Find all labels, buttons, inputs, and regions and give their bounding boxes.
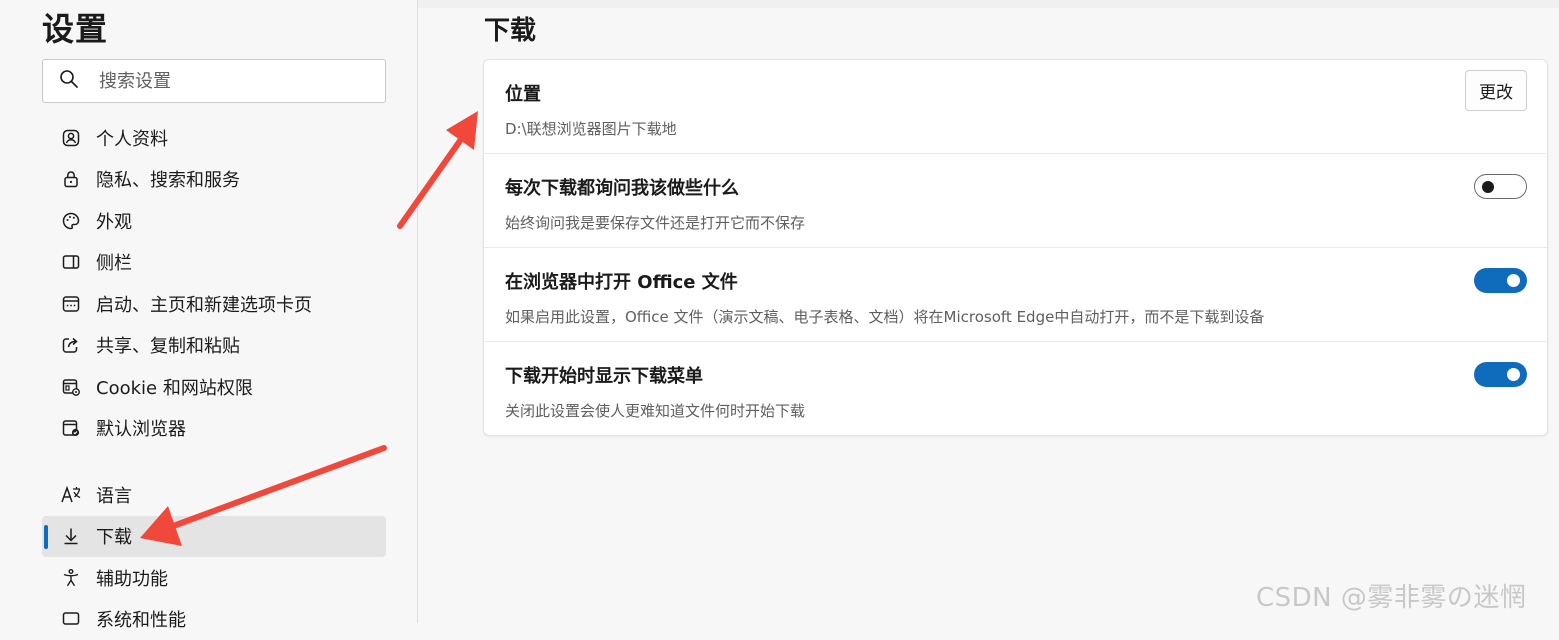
setting-title: 在浏览器中打开 Office 文件 <box>505 268 1527 294</box>
sidebar-item-system[interactable]: 系统和性能 <box>42 599 386 640</box>
setting-row-location: 位置 D:\联想浏览器图片下载地 更改 <box>484 60 1547 154</box>
toggle-knob <box>1507 368 1520 381</box>
page-title: 下载 <box>484 10 536 47</box>
sidebar-item-label: 侧栏 <box>96 249 132 275</box>
accessibility-icon <box>60 567 82 589</box>
sidebar-item-startup[interactable]: 启动、主页和新建选项卡页 <box>42 283 386 325</box>
sidebar-item-profile[interactable]: 个人资料 <box>42 117 386 159</box>
sidebar-item-label: 系统和性能 <box>96 606 186 632</box>
share-icon <box>60 334 82 356</box>
sidebar-item-share[interactable]: 共享、复制和粘贴 <box>42 325 386 367</box>
setting-description: 如果启用此设置，Office 文件（演示文稿、电子表格、文档）将在Microso… <box>505 306 1527 327</box>
setting-description: 始终询问我是要保存文件还是打开它而不保存 <box>505 212 1527 233</box>
setting-title: 下载开始时显示下载菜单 <box>505 362 1527 388</box>
setting-row-ask-every-time: 每次下载都询问我该做些什么 始终询问我是要保存文件还是打开它而不保存 <box>484 154 1547 248</box>
settings-sidebar: 设置 个人资料 隐私、搜索和服务 外观 <box>0 0 418 623</box>
sidebar-item-label: Cookie 和网站权限 <box>96 374 253 400</box>
setting-row-show-menu: 下载开始时显示下载菜单 关闭此设置会使人更难知道文件何时开始下载 <box>484 342 1547 436</box>
sidebar-item-downloads[interactable]: 下载 <box>42 516 386 558</box>
change-location-button[interactable]: 更改 <box>1465 70 1527 111</box>
sidebar-item-accessibility[interactable]: 辅助功能 <box>42 557 386 599</box>
sidebar-item-appearance[interactable]: 外观 <box>42 200 386 242</box>
search-icon <box>59 69 79 93</box>
ask-every-time-toggle[interactable] <box>1474 174 1527 199</box>
watermark: CSDN @雾非雾の迷惘 <box>1256 577 1526 614</box>
sidebar-item-default-browser[interactable]: 默认浏览器 <box>42 408 386 450</box>
profile-icon <box>60 127 82 149</box>
downloads-settings-card: 位置 D:\联想浏览器图片下载地 更改 每次下载都询问我该做些什么 始终询问我是… <box>483 59 1548 436</box>
nav-section-gap <box>42 449 386 474</box>
sidebar-item-label: 默认浏览器 <box>96 415 186 441</box>
language-icon <box>60 484 82 506</box>
setting-title: 位置 <box>505 80 1527 106</box>
toggle-knob <box>1507 274 1520 287</box>
cookie-permissions-icon <box>60 376 82 398</box>
sidebar-title: 设置 <box>42 4 108 50</box>
sidebar-nav: 个人资料 隐私、搜索和服务 外观 侧栏 启动、主页和新建选项卡页 <box>42 117 386 640</box>
home-tab-icon <box>60 293 82 315</box>
setting-row-open-office: 在浏览器中打开 Office 文件 如果启用此设置，Office 文件（演示文稿… <box>484 248 1547 342</box>
search-input[interactable] <box>99 71 359 92</box>
palette-icon <box>60 210 82 232</box>
sidebar-item-privacy[interactable]: 隐私、搜索和服务 <box>42 159 386 201</box>
sidebar-item-label: 启动、主页和新建选项卡页 <box>96 291 312 317</box>
setting-title: 每次下载都询问我该做些什么 <box>505 174 1527 200</box>
sidebar-item-label: 外观 <box>96 208 132 234</box>
sidebar-item-language[interactable]: 语言 <box>42 474 386 516</box>
open-office-toggle[interactable] <box>1474 268 1527 293</box>
default-browser-icon <box>60 417 82 439</box>
setting-description: 关闭此设置会使人更难知道文件何时开始下载 <box>505 400 1527 421</box>
sidebar-item-label: 下载 <box>96 523 132 549</box>
system-icon <box>60 608 82 630</box>
setting-description: D:\联想浏览器图片下载地 <box>505 118 1527 139</box>
sidebar-item-cookies[interactable]: Cookie 和网站权限 <box>42 366 386 408</box>
sidebar-item-label: 共享、复制和粘贴 <box>96 332 240 358</box>
sidebar-item-label: 辅助功能 <box>96 565 168 591</box>
sidebar-item-sidebar[interactable]: 侧栏 <box>42 242 386 284</box>
sidebar-item-label: 个人资料 <box>96 125 168 151</box>
sidebar-item-label: 隐私、搜索和服务 <box>96 166 240 192</box>
download-icon <box>60 525 82 547</box>
sidebar-item-label: 语言 <box>96 482 132 508</box>
lock-icon <box>60 168 82 190</box>
show-download-menu-toggle[interactable] <box>1474 362 1527 387</box>
toggle-knob <box>1482 181 1494 193</box>
search-box[interactable] <box>42 59 386 103</box>
sidebar-icon <box>60 251 82 273</box>
